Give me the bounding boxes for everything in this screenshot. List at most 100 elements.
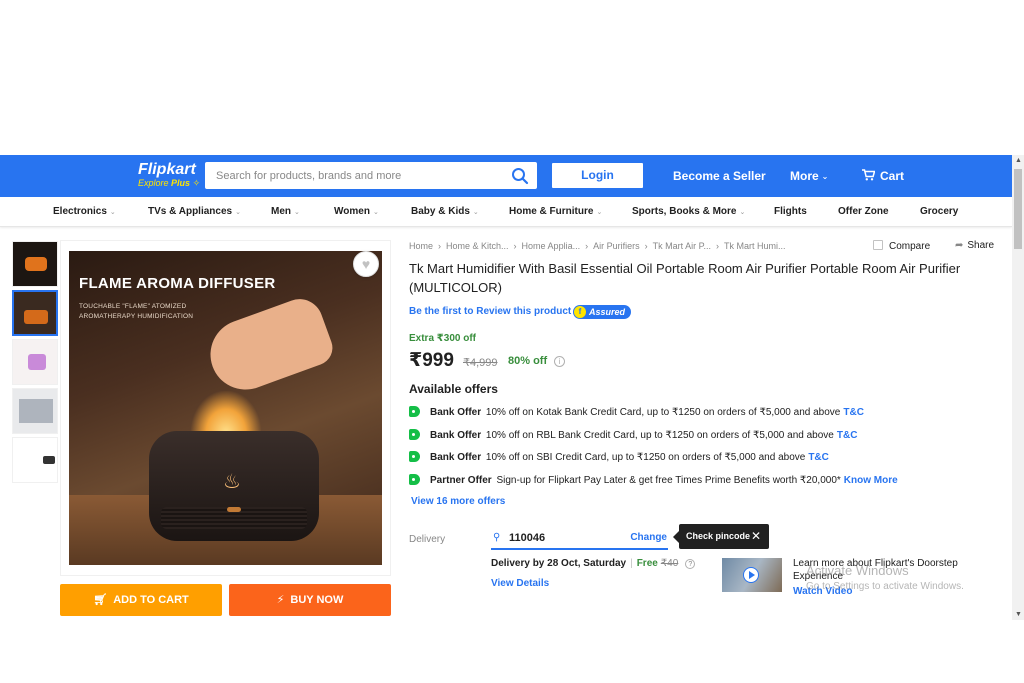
category-grocery[interactable]: Grocery (920, 206, 958, 217)
delivery-label: Delivery (409, 534, 446, 545)
lightning-icon: ⚡︎ (276, 594, 285, 606)
page-scrollbar[interactable]: ▲ ▼ (1012, 155, 1024, 620)
review-link[interactable]: Be the first to Review this product (409, 306, 571, 317)
steam-icon: ♨ (223, 471, 241, 493)
original-price: ₹4,999 (463, 357, 498, 369)
wishlist-heart-icon[interactable]: ♥ (353, 251, 379, 277)
thumbnail-1[interactable] (12, 241, 58, 287)
assured-badge: f Assured (573, 305, 632, 319)
compare-checkbox[interactable]: Compare (873, 240, 930, 252)
play-icon (743, 567, 759, 583)
chevron-down-icon: ⌄ (821, 172, 829, 181)
checkbox-icon[interactable] (873, 240, 883, 250)
photo-hand (200, 292, 338, 400)
login-button[interactable]: Login (552, 163, 643, 188)
category-electronics[interactable]: Electronics ⌄ (53, 206, 116, 217)
thumbnail-3[interactable] (12, 339, 58, 385)
flipkart-logo[interactable]: Flipkart Explore Plus ✧ (138, 162, 200, 189)
offers-heading: Available offers (409, 382, 498, 396)
watermark-line-2: Go to Settings to activate Windows. (806, 581, 964, 592)
more-menu[interactable]: More ⌄ (790, 169, 828, 183)
view-more-offers-link[interactable]: View 16 more offers (411, 496, 505, 507)
offer-tag-icon (409, 474, 420, 485)
doorstep-video-thumbnail[interactable] (722, 558, 782, 592)
cart-link[interactable]: Cart (862, 169, 904, 183)
breadcrumb-item[interactable]: Home (409, 241, 433, 251)
scroll-down-arrow-icon[interactable]: ▼ (1015, 611, 1022, 618)
category-baby-kids[interactable]: Baby & Kids ⌄ (411, 206, 479, 217)
view-details-link[interactable]: View Details (491, 578, 549, 589)
category-flights[interactable]: Flights (774, 206, 807, 217)
category-label: Baby & Kids (411, 206, 470, 217)
breadcrumb-item[interactable]: Air Purifiers (593, 241, 640, 251)
breadcrumb-item[interactable]: Tk Mart Air P... (653, 241, 711, 251)
scroll-up-arrow-icon[interactable]: ▲ (1015, 157, 1022, 164)
product-photo: ♨ FLAME AROMA DIFFUSER TOUCHABLE "FLAME"… (69, 251, 382, 565)
offer-kind: Bank Offer (430, 430, 482, 441)
category-label: Grocery (920, 206, 959, 217)
category-tvs-appliances[interactable]: TVs & Appliances ⌄ (148, 206, 241, 217)
category-sports-books[interactable]: Sports, Books & More ⌄ (632, 206, 745, 217)
offer-text: 10% off on Kotak Bank Credit Card, up to… (485, 407, 841, 418)
offer-tag-icon (409, 429, 420, 440)
breadcrumb-item[interactable]: Home & Kitch... (446, 241, 509, 251)
product-title: Tk Mart Humidifier With Basil Essential … (409, 261, 961, 295)
logo-explore: Explore (138, 178, 169, 188)
chevron-right-icon: › (715, 241, 719, 251)
chevron-right-icon: › (585, 241, 589, 251)
thumbnail-5[interactable] (12, 437, 58, 483)
chevron-down-icon: ⌄ (235, 209, 241, 216)
logo-plus: Plus (171, 178, 191, 188)
offer-tag-icon (409, 406, 420, 417)
offer-tc-link[interactable]: T&C (808, 452, 829, 463)
add-to-cart-button[interactable]: 🛒︎ ADD TO CART (60, 584, 222, 616)
offer-tc-link[interactable]: T&C (843, 407, 864, 418)
close-icon[interactable]: ✕ (751, 524, 761, 549)
category-label: Sports, Books & More (632, 206, 737, 217)
windows-activation-watermark: Activate Windows Go to Settings to activ… (806, 563, 964, 592)
more-label: More (790, 169, 819, 183)
category-label: Flights (774, 206, 807, 217)
category-offer-zone[interactable]: Offer Zone (838, 206, 889, 217)
info-icon[interactable]: i (554, 356, 565, 367)
category-label: Electronics (53, 206, 107, 217)
breadcrumb-item[interactable]: Tk Mart Humi... (724, 241, 786, 251)
category-label: TVs & Appliances (148, 206, 233, 217)
thumbnail-4[interactable] (12, 388, 58, 434)
offer-kind: Partner Offer (430, 475, 492, 486)
chevron-down-icon: ⌄ (596, 209, 603, 216)
image-thumbnails (12, 241, 60, 486)
category-home-furniture[interactable]: Home & Furniture ⌄ (509, 206, 602, 217)
chevron-down-icon: ⌄ (739, 209, 746, 216)
logo-text: Flipkart (138, 161, 196, 178)
buy-now-button[interactable]: ⚡︎ BUY NOW (229, 584, 391, 616)
thumbnail-2-selected[interactable] (12, 290, 58, 336)
share-button[interactable]: ➦ Share (955, 240, 994, 251)
delivery-fee: ₹40 (660, 558, 679, 569)
breadcrumb-item[interactable]: Home Applia... (522, 241, 581, 251)
offer-text: 10% off on SBI Credit Card, up to ₹1250 … (485, 452, 806, 463)
offer-tc-link[interactable]: T&C (837, 430, 858, 441)
help-icon[interactable]: ? (685, 559, 696, 569)
scrollbar-thumb[interactable] (1014, 169, 1022, 249)
cart-label: Cart (880, 169, 905, 183)
category-women[interactable]: Women ⌄ (334, 206, 379, 217)
offer-text: Sign-up for Flipkart Pay Later & get fre… (496, 475, 841, 486)
chevron-right-icon: › (644, 241, 648, 251)
search-input[interactable] (205, 162, 495, 189)
category-label: Home & Furniture (509, 206, 594, 217)
search-bar (205, 162, 537, 189)
selling-price: ₹999 (409, 350, 454, 371)
search-icon[interactable] (511, 167, 529, 185)
plus-star-icon: ✧ (192, 178, 201, 188)
main-product-image[interactable]: ♨ FLAME AROMA DIFFUSER TOUCHABLE "FLAME"… (60, 240, 391, 576)
discount-percent: 80% off (508, 355, 548, 367)
category-men[interactable]: Men ⌄ (271, 206, 300, 217)
pincode-input[interactable] (509, 529, 619, 547)
delivery-date: Delivery by 28 Oct, Saturday (491, 558, 627, 569)
offer-know-more-link[interactable]: Know More (844, 475, 898, 486)
become-seller-link[interactable]: Become a Seller (673, 169, 766, 183)
share-label: Share (967, 240, 995, 251)
change-pincode-button[interactable]: Change (630, 532, 667, 543)
buy-now-label: BUY NOW (290, 594, 344, 606)
